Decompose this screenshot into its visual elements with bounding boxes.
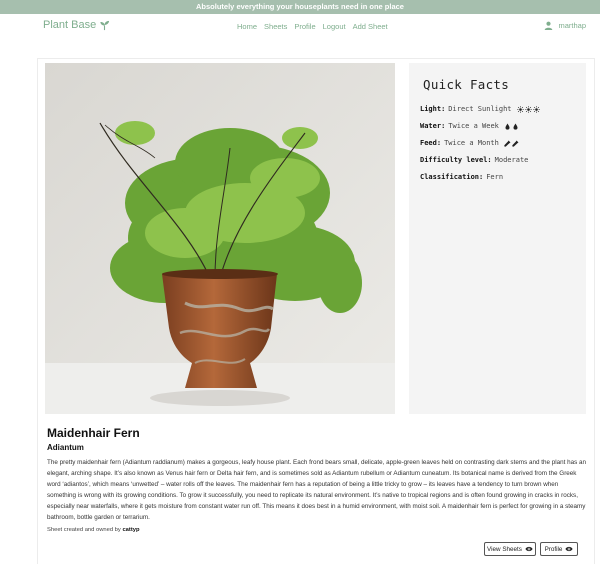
plant-description: The pretty maidenhair fern (Adiantum rad… [47, 459, 587, 521]
nav-link-profile[interactable]: Profile [294, 22, 315, 31]
sheet-owner: Sheet created and owned by cattyp [47, 527, 140, 533]
sun-icon [524, 105, 532, 113]
owner-prefix: Sheet created and owned by [47, 527, 121, 533]
dropper-icon [512, 140, 519, 147]
brand-name[interactable]: Plant Base [43, 19, 96, 31]
eye-icon [525, 546, 533, 552]
seedling-icon [100, 20, 110, 30]
fact-difficulty: Difficulty level: Moderate [420, 156, 528, 164]
owner-username[interactable]: cattyp [122, 527, 139, 533]
navbar: Plant Base Home Sheets Profile Logout Ad… [0, 14, 600, 40]
user-menu[interactable]: marthap [544, 21, 586, 30]
quick-facts-heading: Quick Facts [423, 77, 510, 92]
fact-water: Water: Twice a Week [420, 122, 519, 130]
fact-classification-label: Classification: [420, 173, 484, 181]
plant-latin-name: Adiantum [47, 443, 84, 452]
plant-name: Maidenhair Fern [47, 426, 140, 440]
brand-logo[interactable]: Plant Base [43, 19, 110, 31]
top-banner: Absolutely everything your houseplants n… [0, 0, 600, 14]
water-drop-icon [505, 122, 510, 130]
water-drop-icon [513, 122, 518, 130]
fact-light-label: Light: [420, 105, 446, 113]
username[interactable]: marthap [558, 21, 586, 30]
nav-link-sheets[interactable]: Sheets [264, 22, 287, 31]
sun-icon [532, 105, 540, 113]
plant-photo [45, 63, 395, 414]
water-drop-icons [504, 122, 519, 130]
sun-icons [516, 105, 540, 113]
dropper-icon [504, 140, 511, 147]
nav-links: Home Sheets Profile Logout Add Sheet [237, 22, 388, 31]
user-icon [545, 21, 553, 30]
dropper-icons [504, 140, 519, 147]
fact-difficulty-label: Difficulty level: [420, 156, 492, 164]
sun-icon [516, 105, 524, 113]
fact-water-value: Twice a Week [448, 122, 499, 130]
fact-water-label: Water: [420, 122, 446, 130]
fact-feed-label: Feed: [420, 139, 442, 147]
fact-light-value: Direct Sunlight [448, 105, 512, 113]
quick-facts-panel: Quick Facts Light: Direct Sunlight Water… [409, 63, 586, 414]
nav-link-home[interactable]: Home [237, 22, 257, 31]
profile-button[interactable]: Profile [540, 542, 578, 556]
fact-classification-value: Fern [486, 173, 504, 181]
view-sheets-label: View Sheets [487, 545, 522, 553]
profile-label: Profile [544, 545, 563, 553]
fact-feed: Feed: Twice a Month [420, 139, 519, 147]
eye-icon [565, 546, 574, 552]
nav-link-add-sheet[interactable]: Add Sheet [353, 22, 388, 31]
fact-difficulty-value: Moderate [494, 156, 529, 164]
nav-link-logout[interactable]: Logout [323, 22, 346, 31]
fact-feed-value: Twice a Month [444, 139, 499, 147]
view-sheets-button[interactable]: View Sheets [484, 542, 536, 556]
fact-light: Light: Direct Sunlight [420, 105, 540, 113]
fact-classification: Classification: Fern [420, 173, 503, 181]
